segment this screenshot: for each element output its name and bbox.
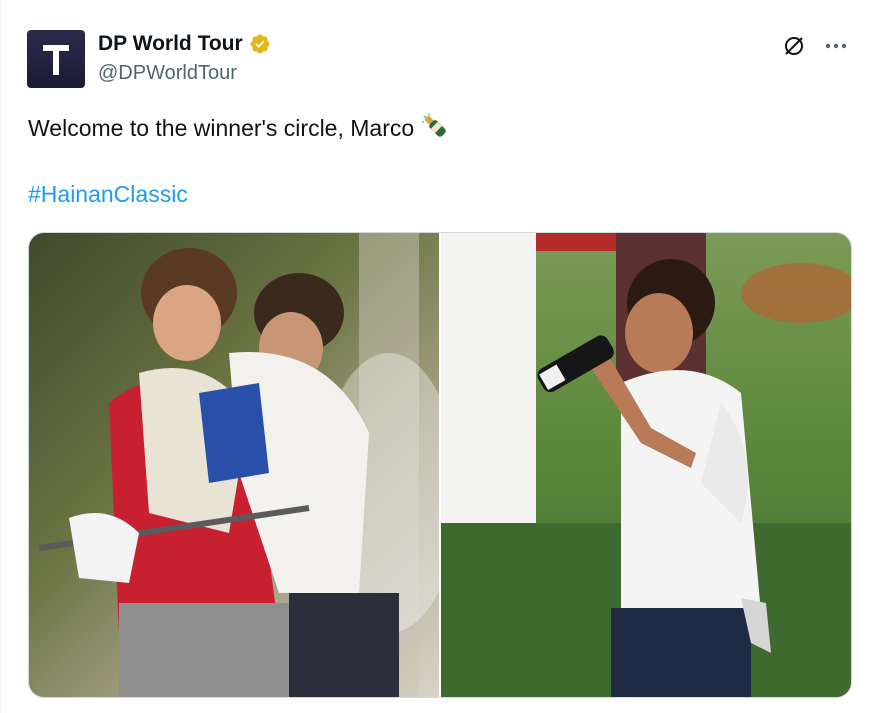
photo-celebration-hug[interactable] — [29, 233, 439, 697]
tweet-text: Welcome to the winner's circle, Marco — [28, 112, 450, 146]
media-grid — [28, 232, 852, 698]
tweet-card: DP World Tour @DPWorldTour Welcome to th… — [0, 0, 873, 713]
tweet-header-actions — [781, 33, 849, 59]
author-avatar[interactable] — [27, 30, 85, 88]
hashtag-link[interactable]: #HainanClassic — [28, 181, 188, 208]
avatar-logo-stem — [53, 45, 59, 75]
grok-icon[interactable] — [781, 33, 807, 59]
more-icon[interactable] — [823, 33, 849, 59]
author-handle[interactable]: @DPWorldTour — [98, 62, 237, 85]
author-name-row: DP World Tour — [98, 32, 271, 56]
photo-left-illustration — [38, 233, 439, 697]
author-display-name[interactable]: DP World Tour — [98, 32, 243, 56]
verified-badge-icon — [250, 34, 270, 54]
tweet-body: Welcome to the winner's circle, Marco — [28, 115, 415, 141]
champagne-bottle-icon — [420, 112, 450, 146]
photo-right-illustration — [441, 233, 851, 697]
photo-champagne-drink[interactable] — [441, 233, 851, 697]
